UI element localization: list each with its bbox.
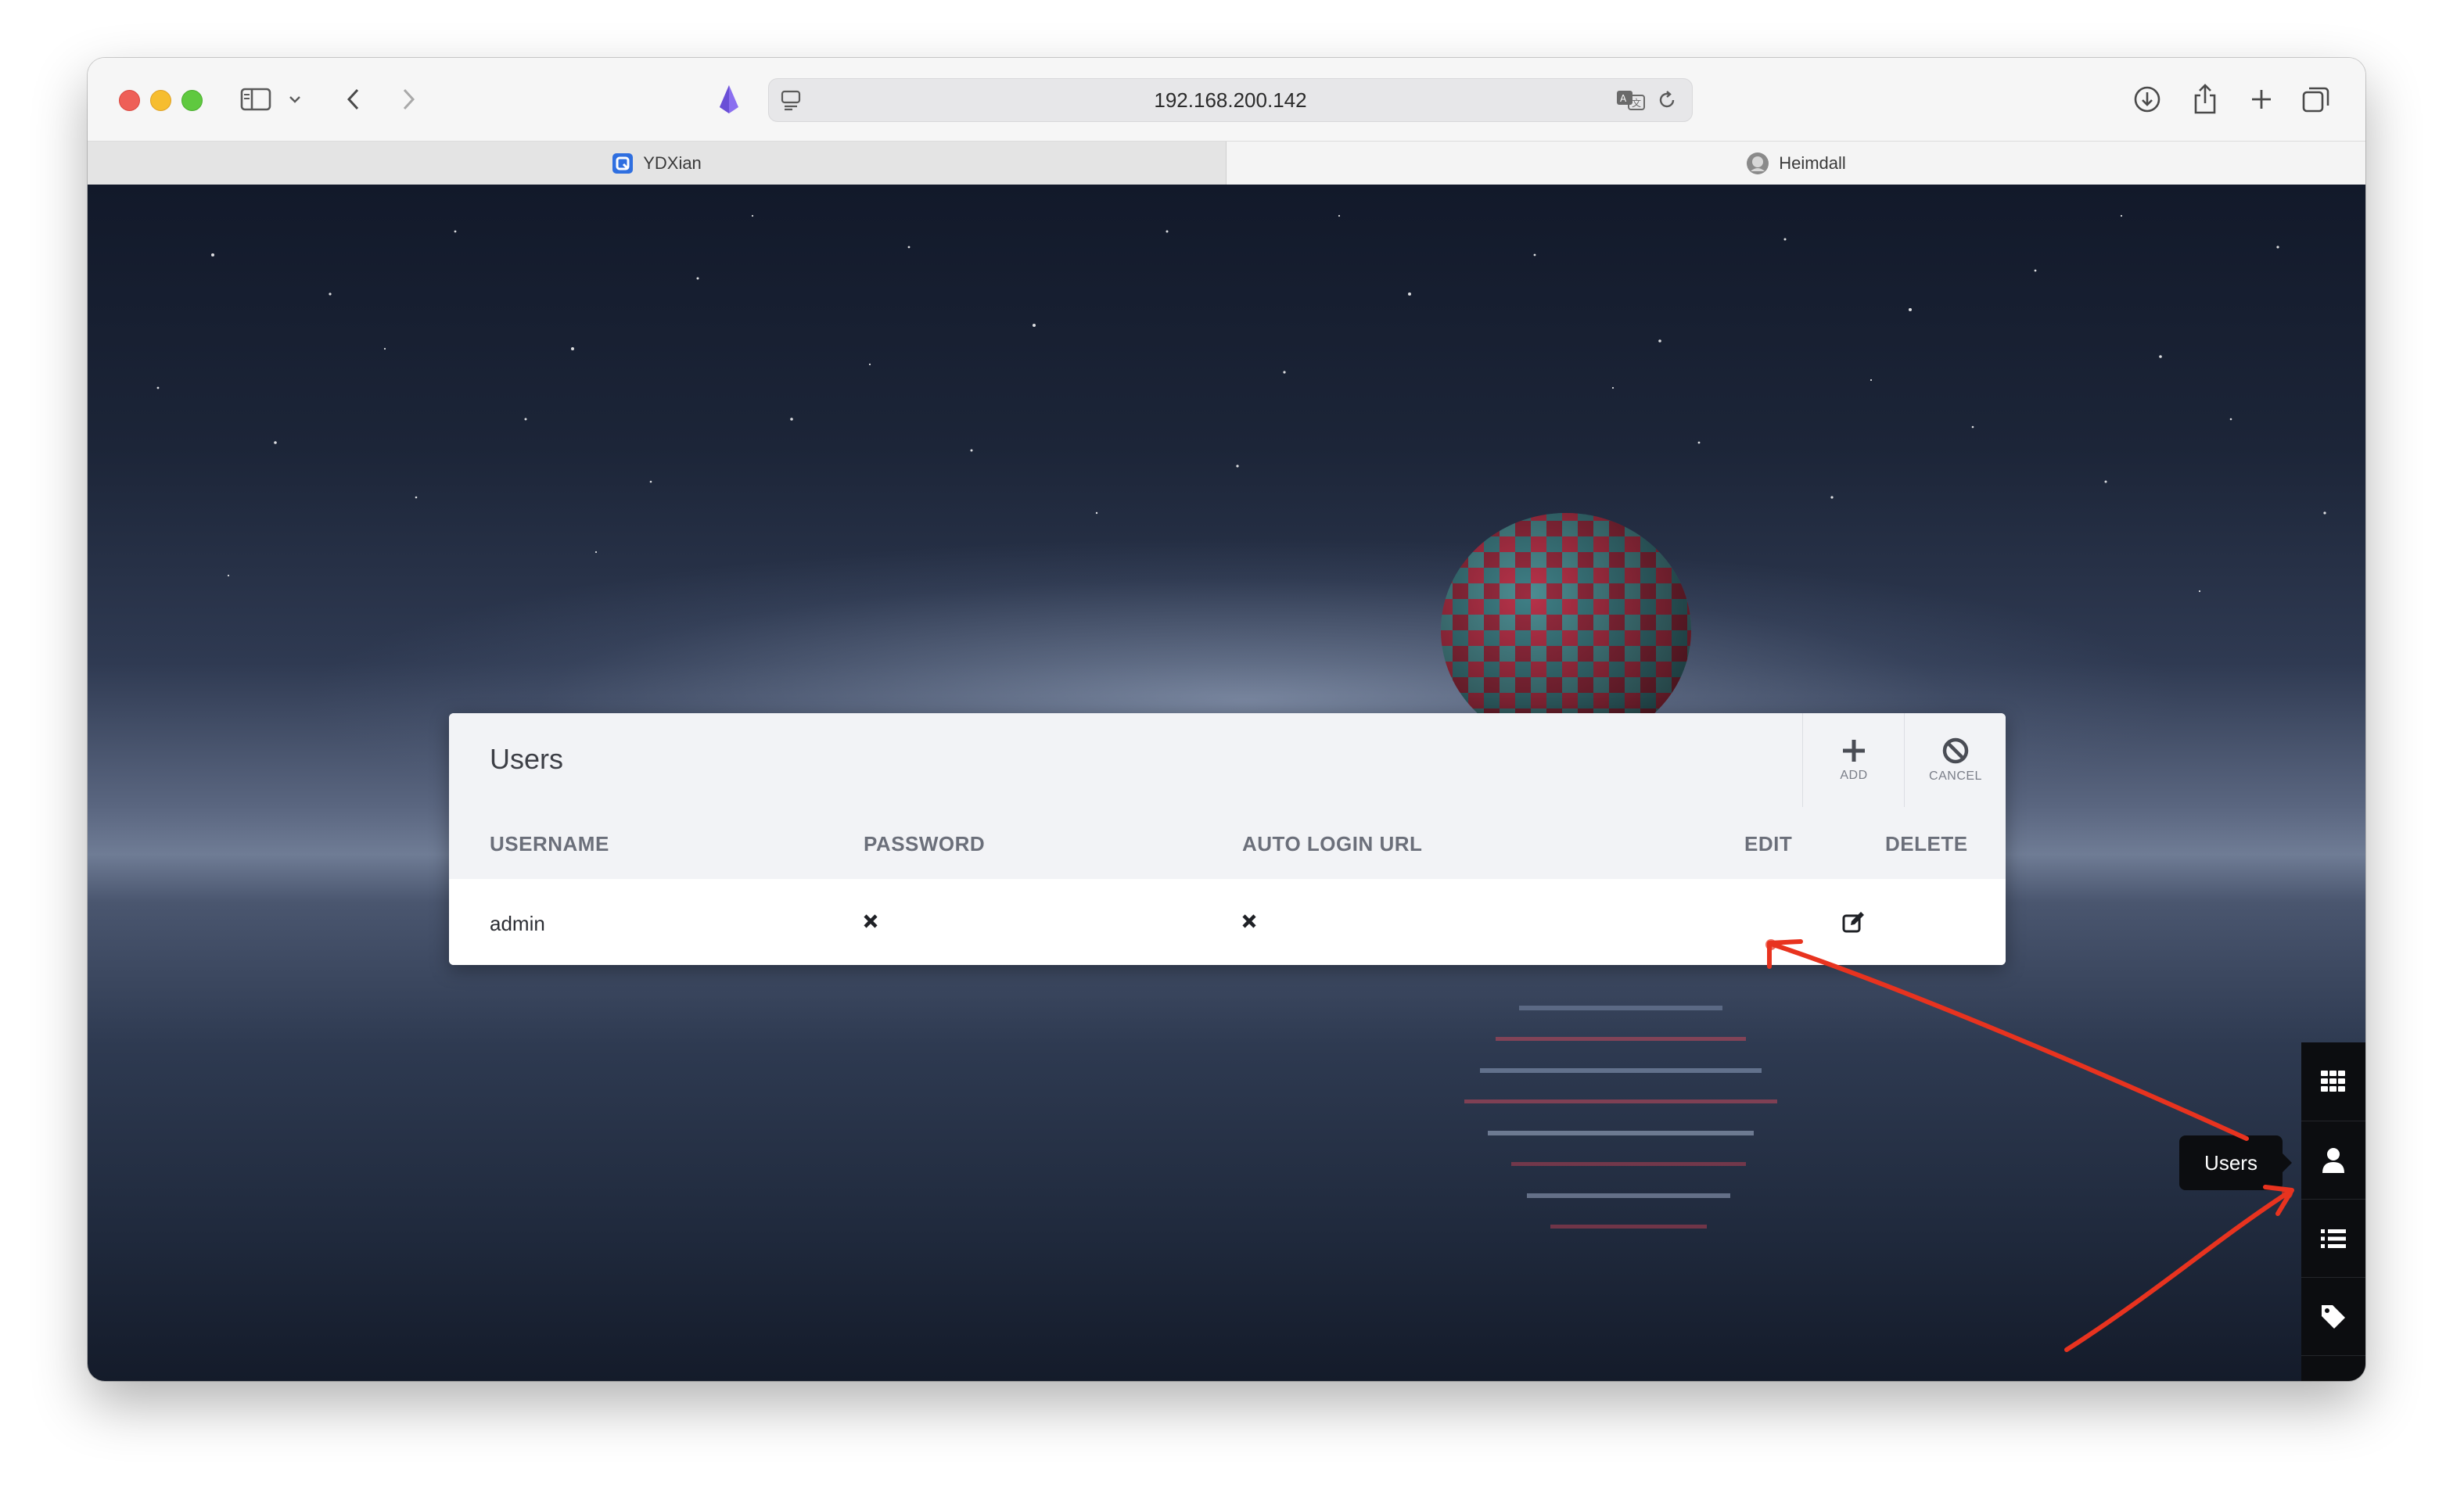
users-icon <box>2322 1148 2344 1173</box>
column-auto-login-url: AUTO LOGIN URL <box>1242 832 1423 856</box>
tab-overview-button[interactable] <box>2298 81 2334 117</box>
forward-button[interactable] <box>393 81 424 117</box>
translate-icon: A文 <box>1617 91 1645 110</box>
sidebar-toggle-button[interactable] <box>238 81 274 117</box>
browser-window: 192.168.200.142 A文 YDXian Heimdall Users… <box>88 58 2365 1381</box>
sidebar-item-apps[interactable] <box>2301 1042 2365 1121</box>
address-bar[interactable]: 192.168.200.142 A文 <box>768 78 1693 122</box>
svg-text:A: A <box>1620 93 1627 104</box>
username-cell: admin <box>490 912 545 935</box>
tags-icon <box>2322 1305 2345 1329</box>
page-title: Users <box>490 743 564 775</box>
edit-icon[interactable] <box>1841 910 1866 934</box>
sidebar-item-users[interactable] <box>2301 1121 2365 1200</box>
downloads-button[interactable] <box>2129 81 2165 117</box>
sidebar-item-items[interactable] <box>2301 1199 2365 1278</box>
tab-label: YDXian <box>643 153 702 173</box>
sidebar-icon <box>240 88 271 111</box>
browser-toolbar: 192.168.200.142 A文 <box>88 58 2365 141</box>
address-url[interactable]: 192.168.200.142 <box>769 79 1692 121</box>
close-window-button[interactable] <box>119 90 140 111</box>
reload-icon <box>1659 91 1675 108</box>
cancel-button[interactable]: CANCEL <box>1904 713 2006 807</box>
arrow-to-users-icon <box>2064 1191 2290 1352</box>
stars-background <box>156 214 2326 593</box>
share-icon <box>2194 84 2216 114</box>
times-icon <box>1242 914 1256 928</box>
add-label: ADD <box>1840 769 1868 782</box>
download-icon <box>2134 86 2160 113</box>
heimdall-favicon-icon <box>1747 152 1769 174</box>
minimize-window-button[interactable] <box>150 90 171 111</box>
new-tab-icon <box>2252 90 2271 109</box>
tab-label: Heimdall <box>1779 153 1846 173</box>
tab-bar: YDXian Heimdall <box>88 141 2365 186</box>
list-icon <box>2321 1229 2346 1248</box>
sidebar-item-settings[interactable] <box>2301 1355 2365 1381</box>
arrow-head-users <box>2263 1185 2294 1216</box>
panel-header: Users ADD CANCEL <box>449 713 2006 808</box>
forward-icon <box>403 88 415 110</box>
svg-text:文: 文 <box>1632 97 1641 109</box>
tab-ydxian[interactable]: YDXian <box>88 142 1227 185</box>
add-user-button[interactable]: ADD <box>1802 713 1905 807</box>
column-username: USERNAME <box>490 832 609 856</box>
chevron-down-icon <box>289 96 300 103</box>
sidebar-item-tags[interactable] <box>2301 1277 2365 1356</box>
page-content: Users ADD CANCEL USERNAME PASSWORD AUTO … <box>88 185 2365 1381</box>
times-icon <box>864 914 878 928</box>
right-sidebar <box>2301 1042 2365 1381</box>
share-button[interactable] <box>2187 81 2223 117</box>
back-button[interactable] <box>338 81 369 117</box>
column-edit: EDIT <box>1744 832 1793 856</box>
back-icon <box>347 88 359 110</box>
water-reflection <box>1464 1006 1777 1229</box>
tab-heimdall[interactable]: Heimdall <box>1227 142 2365 185</box>
shield-icon <box>720 85 738 113</box>
ban-icon <box>1942 737 1969 764</box>
column-delete: DELETE <box>1885 832 1968 856</box>
plus-icon <box>1843 740 1865 762</box>
users-tooltip: Users <box>2179 1135 2292 1190</box>
table-row: admin <box>449 879 2006 965</box>
zoom-window-button[interactable] <box>181 90 203 111</box>
apps-grid-icon <box>2321 1071 2345 1092</box>
tab-overview-icon <box>2302 87 2329 113</box>
ydxian-favicon-icon <box>612 153 634 174</box>
privacy-extension-button[interactable] <box>713 81 745 117</box>
sidebar-menu-button[interactable] <box>285 81 305 117</box>
hot-air-balloon-image <box>1441 513 1691 740</box>
users-table-header: USERNAME PASSWORD AUTO LOGIN URL EDIT DE… <box>449 807 2006 879</box>
new-tab-button[interactable] <box>2243 81 2279 117</box>
column-password: PASSWORD <box>864 832 986 856</box>
users-panel: Users ADD CANCEL USERNAME PASSWORD AUTO … <box>449 713 2006 965</box>
cancel-label: CANCEL <box>1929 769 1982 783</box>
